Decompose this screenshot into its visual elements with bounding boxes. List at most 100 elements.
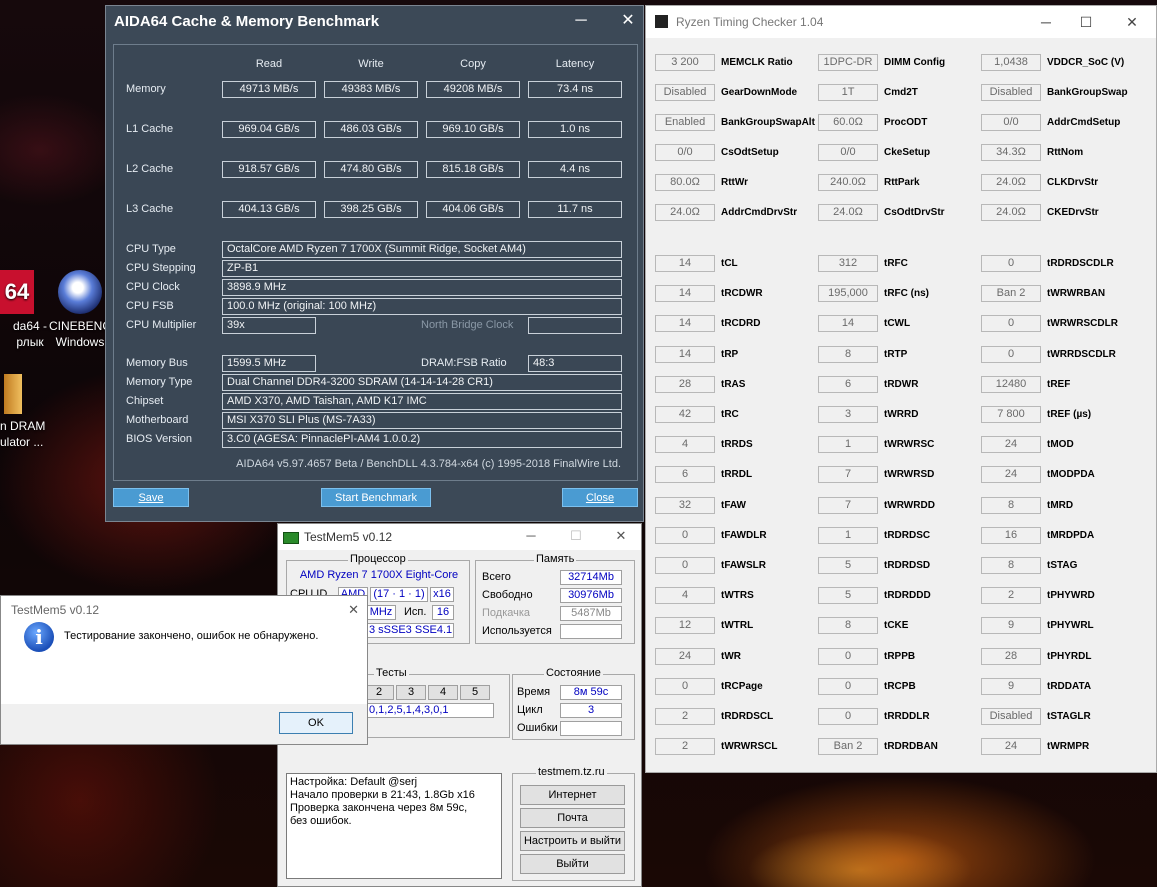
exit-button[interactable]: Выйти — [520, 854, 625, 874]
timing-value: 60.0Ω — [818, 114, 878, 131]
ok-button[interactable]: OK — [279, 712, 353, 734]
ryzen-timing-checker-window: Ryzen Timing Checker 1.04 ─ ☐ ✕ 3 200 MEM… — [645, 5, 1157, 773]
timing-label: GearDownMode — [721, 87, 798, 98]
timing-label: tWRWRSCL — [721, 741, 778, 753]
timing-value: Ban 2 — [981, 285, 1041, 303]
state-group-title: Состояние — [544, 667, 603, 679]
internet-button[interactable]: Интернет — [520, 785, 625, 805]
timing-label: tRPPB — [884, 650, 916, 662]
test-4-button[interactable]: 4 — [428, 685, 458, 700]
timing-label: tWRWRSCDLR — [1047, 318, 1118, 330]
timing-value: 3 200 — [655, 54, 715, 71]
in-use-label: Используется — [482, 625, 552, 637]
timing-value: 14 — [655, 315, 715, 333]
cpu-name: AMD Ryzen 7 1700X Eight-Core — [299, 569, 459, 581]
timing-label: tWRWRBAN — [1047, 288, 1106, 300]
desktop-icon-cinebench[interactable]: CINEBENC Windows — [48, 270, 112, 350]
timing-label: tMRD — [1047, 499, 1074, 511]
timing-label: tRC — [721, 409, 739, 420]
mail-button[interactable]: Почта — [520, 808, 625, 828]
maximize-icon[interactable]: ☐ — [1066, 6, 1106, 38]
timing-label: tPHYWRL — [1047, 620, 1094, 632]
l3-latency-value: 11.7 ns — [528, 201, 622, 218]
timing-value: 12 — [655, 617, 715, 635]
close-icon[interactable]: ✕ — [348, 596, 359, 624]
timing-value: 8 — [981, 557, 1041, 574]
configure-exit-button[interactable]: Настроить и выйти — [520, 831, 625, 851]
l1-read-value: 969.04 GB/s — [222, 121, 316, 138]
app-icon — [655, 15, 668, 28]
timing-value: 0/0 — [655, 144, 715, 161]
close-icon[interactable]: ✕ — [606, 524, 636, 550]
test-3-button[interactable]: 3 — [396, 685, 426, 700]
timing-label: BankGroupSwapAlt — [721, 117, 815, 128]
timing-label: tRFC (ns) — [884, 288, 929, 300]
close-button[interactable]: Close — [562, 488, 638, 507]
aida64-title: AIDA64 Cache & Memory Benchmark — [114, 13, 380, 30]
motherboard-value: MSI X370 SLI Plus (MS-7A33) — [222, 412, 622, 429]
test-2-button[interactable]: 2 — [364, 685, 394, 700]
l2-write-value: 474.80 GB/s — [324, 161, 418, 178]
column-header-write: Write — [358, 58, 384, 70]
timing-label: tRCDRD — [721, 318, 761, 330]
timing-value: 0 — [818, 708, 878, 725]
timing-label: tRFC — [884, 258, 908, 269]
timing-value: Enabled — [655, 114, 715, 131]
timing-label: tWTRL — [721, 620, 754, 632]
log-line: без ошибок. — [290, 815, 352, 827]
free-value: 30976Mb — [560, 588, 622, 603]
row-label-l2: L2 Cache — [126, 163, 174, 175]
chipset-label: Chipset — [126, 395, 164, 407]
close-icon[interactable]: ✕ — [614, 6, 642, 38]
timing-value: 24.0Ω — [818, 204, 878, 221]
tests-group-title: Тесты — [374, 667, 409, 679]
test-5-button[interactable]: 5 — [460, 685, 490, 700]
l1-write-value: 486.03 GB/s — [324, 121, 418, 138]
timing-value: 2 — [655, 738, 715, 756]
timing-value: 4 — [655, 436, 715, 454]
timing-value: 0 — [655, 526, 715, 544]
minimize-icon[interactable]: ─ — [567, 6, 595, 38]
memory-group-title: Память — [534, 553, 577, 565]
start-benchmark-button[interactable]: Start Benchmark — [321, 488, 431, 507]
timing-label: tWRRDSCDLR — [1047, 348, 1116, 360]
timing-value: 6 — [655, 466, 715, 484]
timing-value: 8 — [818, 345, 878, 363]
timing-label: MEMCLK Ratio — [721, 57, 793, 68]
timing-label: RttNom — [1047, 147, 1084, 158]
timing-value: 0 — [655, 557, 715, 574]
cpu-multiplier-value: 39x — [222, 317, 316, 334]
l2-copy-value: 815.18 GB/s — [426, 161, 520, 178]
cpu-clock-label: CPU Clock — [126, 281, 180, 293]
timing-label: tRCPage — [721, 680, 763, 692]
used-threads: 16 — [432, 605, 454, 620]
desktop-icon-dram-calculator[interactable]: n DRAM ulator ... — [0, 374, 56, 450]
site-group-title: testmem.tz.ru — [536, 766, 607, 778]
timing-label: tPHYWRD — [1047, 590, 1095, 602]
timing-label: tRDRDSCDLR — [1047, 258, 1114, 269]
memory-copy-value: 49208 MB/s — [426, 81, 520, 98]
timing-value: Disabled — [981, 84, 1041, 101]
free-label: Свободно — [482, 589, 533, 601]
timing-label: tRP — [721, 348, 739, 360]
timing-value: 24.0Ω — [981, 204, 1041, 221]
close-icon[interactable]: ✕ — [1112, 6, 1152, 38]
save-button[interactable]: Save — [113, 488, 189, 507]
timing-value: 14 — [818, 315, 878, 333]
timing-label: tMOD — [1047, 439, 1074, 451]
memory-bus-value: 1599.5 MHz — [222, 355, 316, 372]
cpu-type-value: OctalCore AMD Ryzen 7 1700X (Summit Ridg… — [222, 241, 622, 258]
l2-read-value: 918.57 GB/s — [222, 161, 316, 178]
maximize-icon[interactable]: ☐ — [561, 524, 591, 550]
minimize-icon[interactable]: ─ — [1026, 6, 1066, 38]
memory-chip-icon — [283, 532, 299, 544]
timing-label: RttWr — [721, 177, 749, 188]
timing-value: 0 — [981, 315, 1041, 333]
test-log[interactable]: Настройка: Default @serj Начало проверки… — [286, 773, 502, 879]
timing-value: 5 — [818, 557, 878, 574]
minimize-icon[interactable]: ─ — [516, 524, 546, 550]
dialog-title-bar: TestMem5 v0.12 ✕ — [1, 596, 367, 624]
timing-value: 16 — [981, 526, 1041, 544]
start-benchmark-label: Start Benchmark — [335, 492, 417, 504]
timing-value: 28 — [981, 647, 1041, 665]
